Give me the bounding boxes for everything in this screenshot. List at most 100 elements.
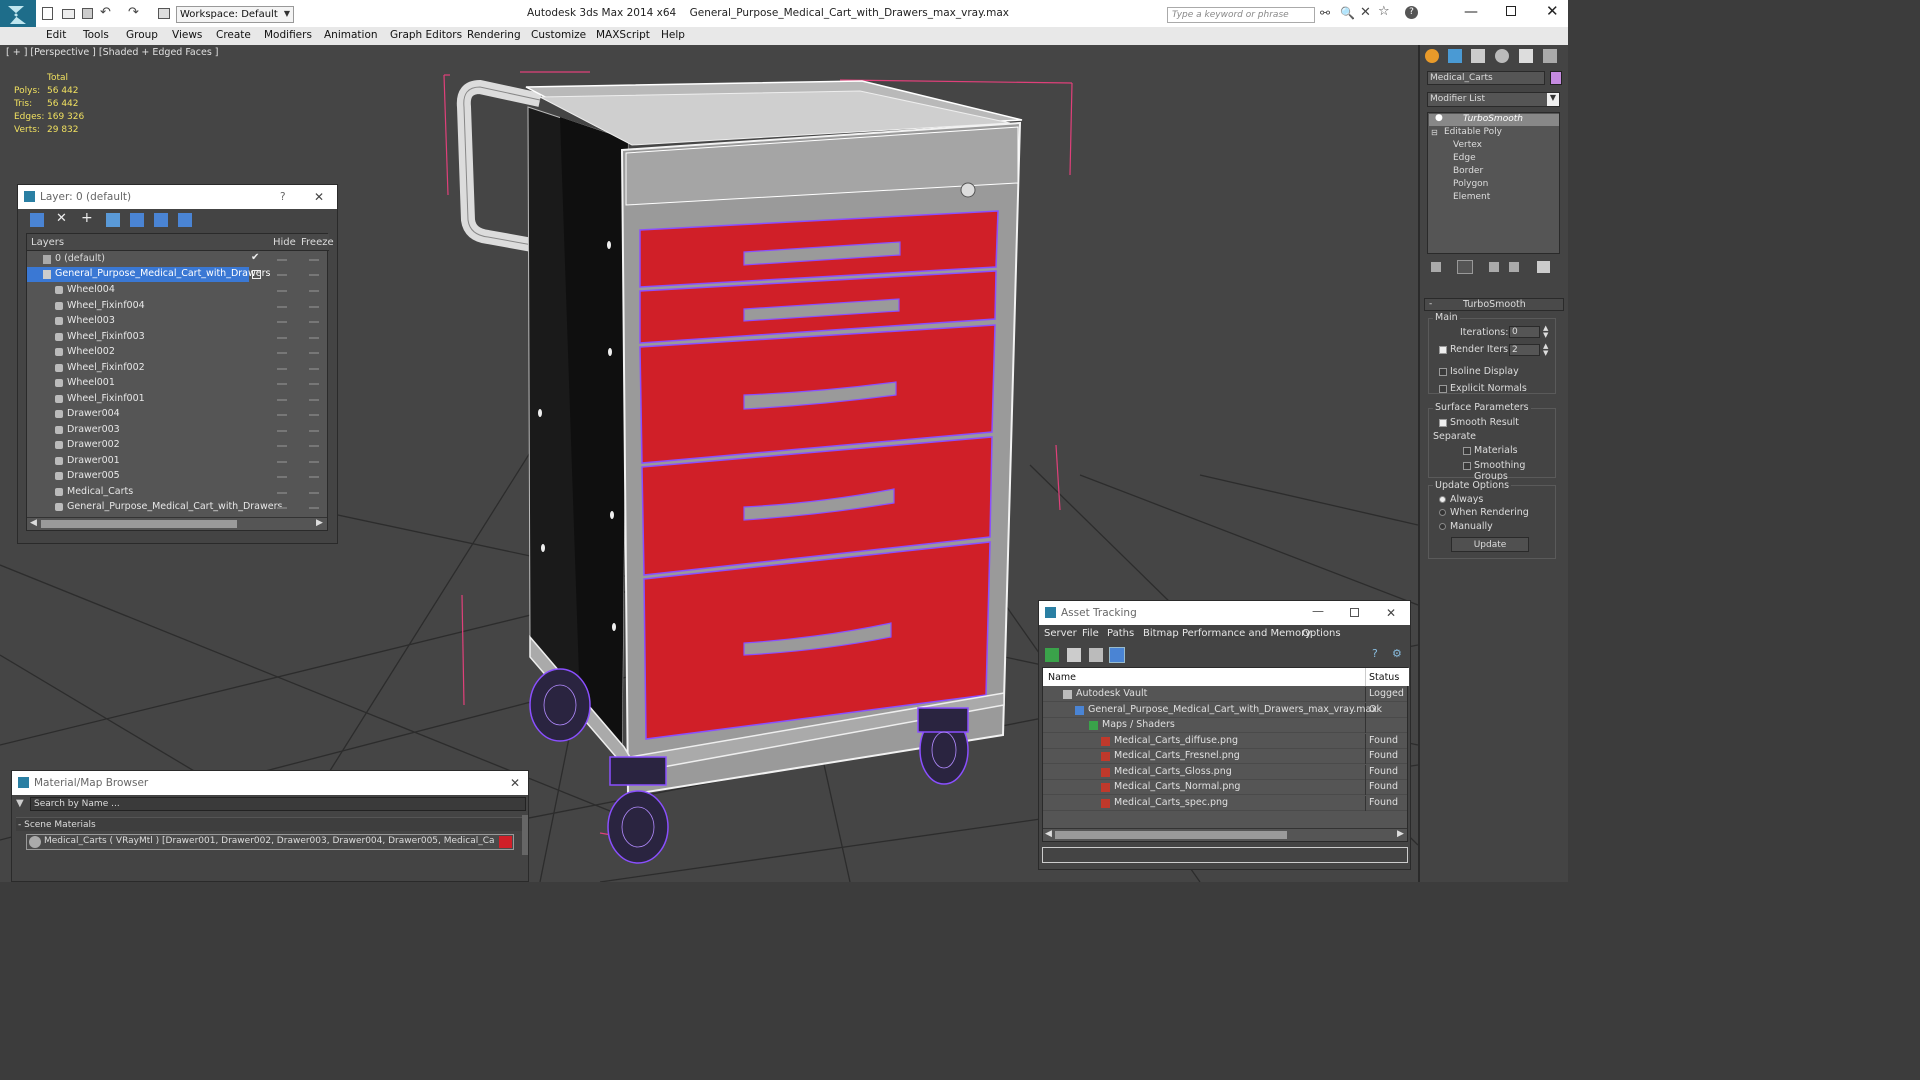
infocenter-icon[interactable]: ⚯ [1320, 6, 1330, 20]
hide-toggle[interactable] [277, 321, 287, 323]
freeze-toggle[interactable] [309, 398, 319, 401]
add-to-layer-icon[interactable]: + [81, 210, 93, 226]
freeze-toggle[interactable] [309, 305, 319, 308]
modifier-list-dropdown[interactable]: Modifier List ▼ [1427, 92, 1560, 107]
motion-tab-icon[interactable] [1495, 49, 1509, 63]
asset-path-field[interactable] [1042, 847, 1408, 863]
freeze-toggle[interactable] [309, 445, 319, 447]
hide-toggle[interactable] [277, 476, 287, 478]
scroll-left-icon[interactable]: ◀ [30, 518, 37, 528]
undo-icon[interactable]: ↶ [100, 5, 111, 20]
freeze-toggle[interactable] [309, 383, 319, 385]
show-end-result-icon[interactable] [1457, 260, 1473, 274]
object-row[interactable]: Medical_Carts [27, 485, 327, 500]
spinner-arrows-icon[interactable]: ▲ ▼ [1543, 325, 1548, 339]
menu-customize[interactable]: Customize [531, 29, 586, 41]
list-view-icon[interactable] [1067, 648, 1081, 662]
hide-toggle[interactable] [277, 398, 287, 401]
freeze-toggle[interactable] [309, 491, 319, 494]
hide-toggle[interactable] [277, 414, 287, 416]
close-icon[interactable]: ✕ [510, 771, 520, 795]
spinner-arrows-icon[interactable]: ▲ ▼ [1543, 343, 1548, 357]
freeze-toggle[interactable] [309, 290, 319, 292]
material-row[interactable]: Medical_Carts ( VRayMtl ) [Drawer001, Dr… [26, 834, 514, 850]
remove-modifier-icon[interactable] [1509, 262, 1519, 272]
highlight-layer-icon[interactable] [130, 213, 144, 227]
freeze-toggle[interactable] [309, 259, 319, 261]
when-rendering-radio[interactable] [1439, 509, 1446, 516]
menu-rendering[interactable]: Rendering [467, 29, 521, 41]
render-iters-spinner[interactable]: 2 [1509, 344, 1540, 356]
modify-tab-icon[interactable] [1448, 49, 1462, 63]
menu-graph-editors[interactable]: Graph Editors [390, 29, 462, 41]
configure-sets-icon[interactable] [1537, 261, 1550, 273]
hide-toggle[interactable] [277, 460, 287, 463]
freeze-toggle[interactable] [309, 321, 319, 323]
freeze-toggle[interactable] [309, 476, 319, 478]
object-color-swatch[interactable] [1550, 71, 1562, 85]
favorites-icon[interactable]: ☆ [1378, 4, 1390, 19]
col-layers[interactable]: Layers [31, 237, 64, 248]
material-browser-titlebar[interactable]: Material/Map Browser ✕ [12, 771, 528, 795]
asset-menu-server[interactable]: Server [1044, 628, 1077, 639]
settings-icon[interactable]: ⚙ [1392, 647, 1402, 660]
col-hide[interactable]: Hide [273, 237, 296, 248]
object-row[interactable]: Drawer004 [27, 407, 327, 422]
hide-toggle[interactable] [277, 383, 287, 385]
minimize-button[interactable]: — [1464, 4, 1478, 20]
refresh-icon[interactable] [1045, 648, 1059, 662]
hide-toggle[interactable] [277, 290, 287, 292]
stack-item-border[interactable]: Border [1453, 166, 1483, 176]
menu-maxscript[interactable]: MAXScript [596, 29, 650, 41]
asset-tracking-titlebar[interactable]: Asset Tracking — ✕ [1039, 601, 1410, 625]
hide-toggle[interactable] [277, 491, 287, 494]
stack-item-editable-poly[interactable]: Editable Poly [1444, 127, 1502, 137]
open-file-icon[interactable] [62, 9, 75, 19]
scene-materials-header[interactable]: - Scene Materials [16, 817, 522, 831]
project-folder-icon[interactable] [158, 8, 170, 19]
col-name[interactable]: Name [1048, 672, 1076, 683]
smoothing-groups-checkbox[interactable] [1463, 462, 1471, 470]
hide-toggle[interactable] [277, 274, 287, 276]
vertical-scrollbar[interactable] [522, 815, 528, 855]
table-view-icon[interactable] [1109, 647, 1125, 663]
object-row[interactable]: Wheel_Fixinf003 [27, 330, 327, 345]
asset-menu-file[interactable]: File [1082, 628, 1099, 639]
stack-item-element[interactable]: Element [1453, 192, 1490, 202]
explicit-normals-checkbox[interactable] [1439, 385, 1447, 393]
hide-toggle[interactable] [277, 352, 287, 354]
menu-tools[interactable]: Tools [83, 29, 109, 41]
materials-checkbox[interactable] [1463, 447, 1471, 455]
hide-all-icon[interactable] [154, 213, 168, 227]
create-tab-icon[interactable] [1425, 49, 1439, 63]
isoline-checkbox[interactable] [1439, 368, 1447, 376]
thumbnail-view-icon[interactable] [1089, 648, 1103, 662]
minimize-button[interactable]: — [1312, 599, 1324, 623]
render-iters-checkbox[interactable] [1439, 346, 1447, 354]
hide-toggle[interactable] [277, 507, 287, 509]
communication-icon[interactable]: ✕ [1360, 5, 1371, 20]
horizontal-scrollbar[interactable]: ◀ ▶ [1043, 828, 1407, 841]
viewport-label[interactable]: [ + ] [Perspective ] [Shaded + Edged Fac… [6, 47, 219, 58]
freeze-toggle[interactable] [309, 507, 319, 509]
freeze-toggle[interactable] [309, 352, 319, 354]
hide-toggle[interactable] [277, 429, 287, 432]
stack-item-edge[interactable]: Edge [1453, 153, 1476, 163]
iterations-spinner[interactable]: 0 [1509, 326, 1540, 338]
object-row[interactable]: Wheel001 [27, 376, 327, 391]
save-icon[interactable] [82, 8, 93, 19]
asset-row[interactable]: Medical_Carts_Fresnel.png Found [1043, 749, 1407, 764]
freeze-toggle[interactable] [309, 460, 319, 463]
display-tab-icon[interactable] [1519, 49, 1533, 63]
maximize-button[interactable] [1350, 608, 1359, 617]
app-logo-button[interactable] [0, 0, 36, 30]
object-name-field[interactable]: Medical_Carts [1427, 71, 1545, 85]
layer-panel-titlebar[interactable]: Layer: 0 (default) ? ✕ [18, 185, 337, 209]
browser-options-icon[interactable]: ▼ [16, 798, 24, 809]
hide-toggle[interactable] [277, 445, 287, 447]
freeze-toggle[interactable] [309, 336, 319, 339]
menu-group[interactable]: Group [126, 29, 158, 41]
menu-create[interactable]: Create [216, 29, 251, 41]
layer-row-selected[interactable]: General_Purpose_Medical_Cart_with_Drawer… [27, 267, 270, 282]
scroll-thumb[interactable] [1055, 831, 1287, 839]
